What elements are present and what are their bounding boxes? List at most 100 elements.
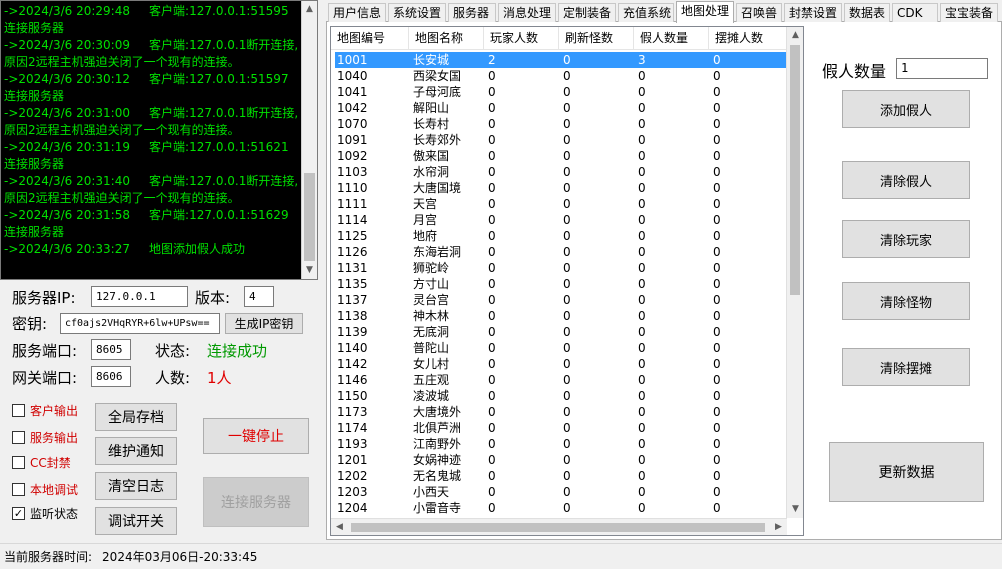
refresh-data-button[interactable]: 更新数据 xyxy=(829,442,984,502)
table-row[interactable]: 1139 无底洞 0 0 0 0 xyxy=(335,324,787,340)
checkbox-0[interactable]: 客户输出 xyxy=(12,402,78,419)
table-row[interactable]: 1202 无名鬼城 0 0 0 0 xyxy=(335,468,787,484)
tab-5[interactable]: 充值系统 xyxy=(618,3,674,22)
save-all-button[interactable]: 全局存档 xyxy=(95,403,177,431)
column-header[interactable]: 地图编号 xyxy=(331,27,409,50)
table-row[interactable]: 1001 长安城 2 0 3 0 xyxy=(335,52,787,68)
table-row[interactable]: 1138 神木林 0 0 0 0 xyxy=(335,308,787,324)
stop-all-button[interactable]: 一键停止 xyxy=(203,418,309,454)
table-cell: 0 xyxy=(638,277,646,291)
table-row[interactable]: 1131 狮驼岭 0 0 0 0 xyxy=(335,260,787,276)
table-cell: 0 xyxy=(713,149,721,163)
grid-hscroll-thumb[interactable] xyxy=(351,523,765,532)
tab-4[interactable]: 定制装备 xyxy=(558,3,616,22)
scroll-up-arrow-icon[interactable]: ▲ xyxy=(787,27,803,44)
map-grid[interactable]: 地图编号 地图名称 玩家人数 刷新怪数 假人数量 摆摊人数 1001 长安城 2 0 3 0 1040… xyxy=(330,26,804,536)
table-row[interactable]: 1070 长寿村 0 0 0 0 xyxy=(335,116,787,132)
log-scroll-thumb[interactable] xyxy=(304,173,315,261)
table-row[interactable]: 1103 水帘洞 0 0 0 0 xyxy=(335,164,787,180)
grid-vscroll-thumb[interactable] xyxy=(790,45,800,295)
checkbox-box[interactable] xyxy=(12,431,25,444)
tab-1[interactable]: 系统设置 xyxy=(388,3,446,22)
column-header[interactable]: 摆摊人数 xyxy=(709,27,787,50)
table-row[interactable]: 1092 傲来国 0 0 0 0 xyxy=(335,148,787,164)
add-fake-button[interactable]: 添加假人 xyxy=(842,90,970,128)
version-field[interactable]: 4 xyxy=(244,286,274,307)
checkbox-3[interactable]: 本地调试 xyxy=(12,481,78,498)
table-cell: 子母河底 xyxy=(413,85,462,99)
table-row[interactable]: 1173 大唐境外 0 0 0 0 xyxy=(335,404,787,420)
clear-monster-button[interactable]: 清除怪物 xyxy=(842,282,970,320)
server-ip-field[interactable]: 127.0.0.1 xyxy=(91,286,188,307)
column-header[interactable]: 假人数量 xyxy=(634,27,709,50)
table-row[interactable]: 1125 地府 0 0 0 0 xyxy=(335,228,787,244)
generate-key-button[interactable]: 生成IP密钥 xyxy=(225,313,303,334)
table-cell: 0 xyxy=(713,453,721,467)
table-row[interactable]: 1193 江南野外 0 0 0 0 xyxy=(335,436,787,452)
scroll-up-arrow-icon[interactable]: ▲ xyxy=(301,1,317,18)
tab-3[interactable]: 消息处理 xyxy=(498,3,556,22)
table-row[interactable]: 1040 西梁女国 0 0 0 0 xyxy=(335,68,787,84)
grid-vertical-scrollbar[interactable]: ▲ ▼ xyxy=(786,27,803,518)
table-cell: 0 xyxy=(488,85,496,99)
checkbox-box[interactable] xyxy=(12,404,25,417)
tab-0[interactable]: 用户信息 xyxy=(328,3,386,22)
tab-2[interactable]: 服务器 xyxy=(448,3,496,22)
maintenance-notice-button[interactable]: 维护通知 xyxy=(95,437,177,465)
table-row[interactable]: 1146 五庄观 0 0 0 0 xyxy=(335,372,787,388)
table-row[interactable]: 1041 子母河底 0 0 0 0 xyxy=(335,84,787,100)
table-cell: 无名鬼城 xyxy=(413,469,462,483)
tab-11[interactable]: 宝宝装备 xyxy=(940,3,998,22)
clear-log-button[interactable]: 清空日志 xyxy=(95,472,177,500)
clear-stall-button[interactable]: 清除摆摊 xyxy=(842,348,970,386)
tab-6[interactable]: 地图处理 xyxy=(676,1,734,23)
tab-8[interactable]: 封禁设置 xyxy=(784,3,842,22)
checkbox-2[interactable]: CC封禁 xyxy=(12,454,71,471)
key-field[interactable]: cf0ajs2VHqRYR+6lw+UPsw== xyxy=(60,313,220,334)
table-row[interactable]: 1042 解阳山 0 0 0 0 xyxy=(335,100,787,116)
grid-body[interactable]: 1001 长安城 2 0 3 0 1040 西梁女国 0 0 0 0 1041 子母河底 0 0 0 0 1042 解… xyxy=(335,52,787,516)
tab-10[interactable]: CDK xyxy=(892,3,938,22)
table-row[interactable]: 1142 女儿村 0 0 0 0 xyxy=(335,356,787,372)
scroll-down-arrow-icon[interactable]: ▼ xyxy=(787,501,803,518)
table-row[interactable]: 1174 北俱芦洲 0 0 0 0 xyxy=(335,420,787,436)
tab-9[interactable]: 数据表 xyxy=(844,3,890,22)
column-header[interactable]: 刷新怪数 xyxy=(559,27,634,50)
checkbox-4[interactable]: ✓ 监听状态 xyxy=(12,505,78,522)
table-row[interactable]: 1140 普陀山 0 0 0 0 xyxy=(335,340,787,356)
gateway-port-field[interactable]: 8606 xyxy=(91,366,131,387)
column-header[interactable]: 地图名称 xyxy=(409,27,484,50)
log-scrollbar[interactable]: ▲ ▼ xyxy=(301,1,317,279)
server-port-field[interactable]: 8605 xyxy=(91,339,131,360)
column-header[interactable]: 玩家人数 xyxy=(484,27,559,50)
clear-player-button[interactable]: 清除玩家 xyxy=(842,220,970,258)
checkbox-box[interactable] xyxy=(12,456,25,469)
fake-count-input[interactable]: 1 xyxy=(896,58,988,79)
log-console[interactable]: ->2024/3/6 20:29:48 客户端:127.0.0.1:51595连… xyxy=(0,0,318,280)
table-row[interactable]: 1111 天宫 0 0 0 0 xyxy=(335,196,787,212)
table-row[interactable]: 1114 月宫 0 0 0 0 xyxy=(335,212,787,228)
grid-header: 地图编号 地图名称 玩家人数 刷新怪数 假人数量 摆摊人数 xyxy=(331,27,787,50)
table-row[interactable]: 1110 大唐国境 0 0 0 0 xyxy=(335,180,787,196)
clear-fake-button[interactable]: 清除假人 xyxy=(842,161,970,199)
table-row[interactable]: 1203 小西天 0 0 0 0 xyxy=(335,484,787,500)
table-row[interactable]: 1126 东海岩洞 0 0 0 0 xyxy=(335,244,787,260)
grid-horizontal-scrollbar[interactable]: ◀ ▶ xyxy=(331,518,787,535)
table-cell: 0 xyxy=(563,421,571,435)
checkbox-1[interactable]: 服务输出 xyxy=(12,429,78,446)
scroll-down-arrow-icon[interactable]: ▼ xyxy=(301,262,317,279)
scroll-right-arrow-icon[interactable]: ▶ xyxy=(770,519,787,535)
table-row[interactable]: 1150 凌波城 0 0 0 0 xyxy=(335,388,787,404)
table-row[interactable]: 1137 灵台宫 0 0 0 0 xyxy=(335,292,787,308)
checkbox-box[interactable] xyxy=(12,483,25,496)
table-row[interactable]: 1135 方寸山 0 0 0 0 xyxy=(335,276,787,292)
debug-switch-button[interactable]: 调试开关 xyxy=(95,507,177,535)
checkbox-box[interactable]: ✓ xyxy=(12,507,25,520)
tab-7[interactable]: 召唤兽 xyxy=(736,3,782,22)
table-row[interactable]: 1091 长寿郊外 0 0 0 0 xyxy=(335,132,787,148)
table-row[interactable]: 1204 小雷音寺 0 0 0 0 xyxy=(335,500,787,516)
scroll-left-arrow-icon[interactable]: ◀ xyxy=(331,519,348,535)
table-row[interactable]: 1201 女娲神迹 0 0 0 0 xyxy=(335,452,787,468)
connect-server-button[interactable]: 连接服务器 xyxy=(203,477,309,527)
version-label: 版本: xyxy=(195,289,231,307)
